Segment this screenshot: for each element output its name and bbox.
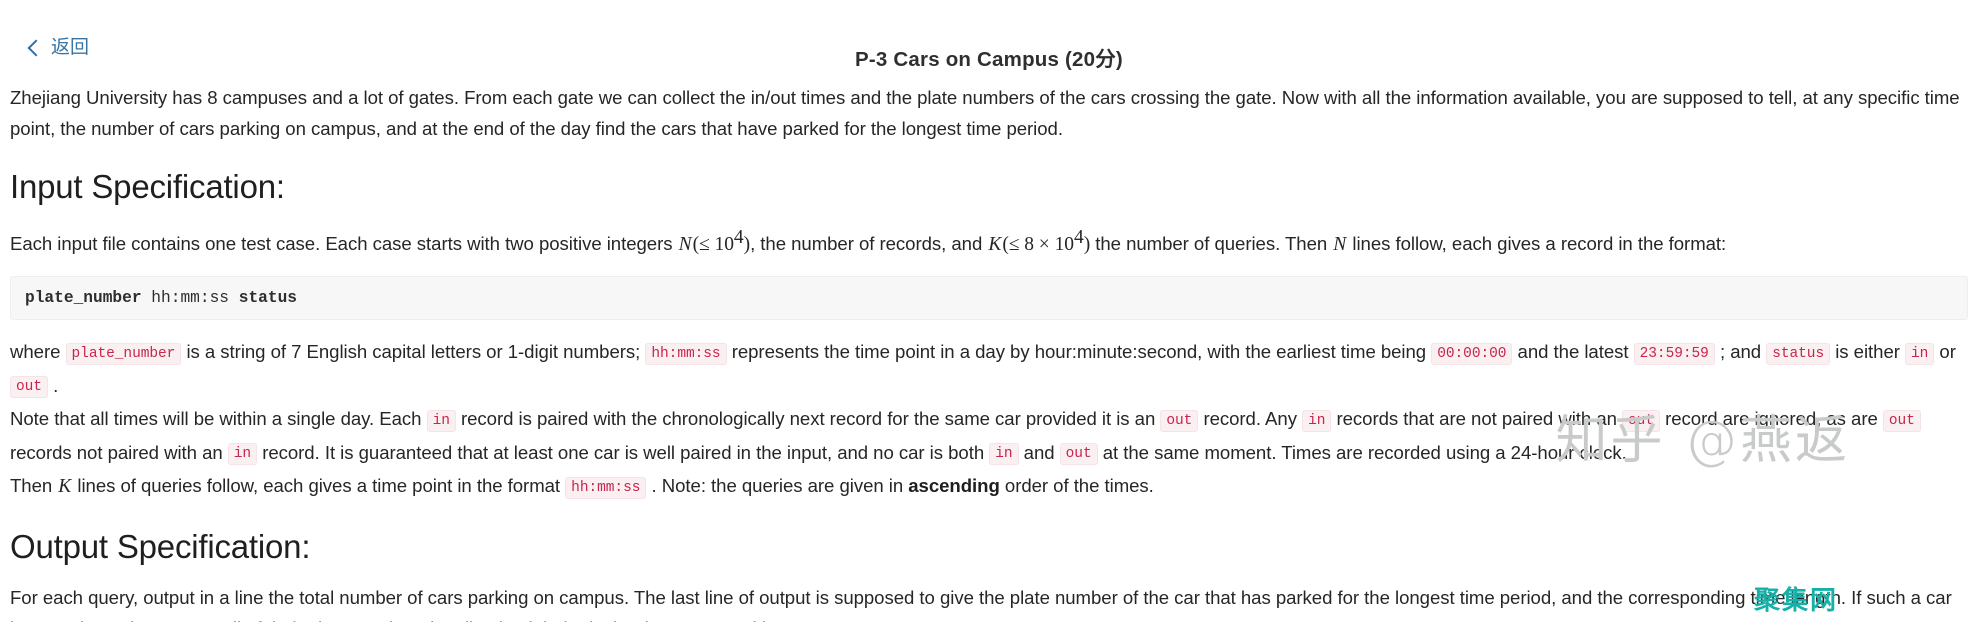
note-text-d: records that are not paired with an <box>1331 408 1623 430</box>
where-paragraph: where plate_number is a string of 7 Engl… <box>10 336 1968 403</box>
inline-code-in-5: in <box>989 443 1019 466</box>
note-text-g: record. It is guaranteed that at least o… <box>257 441 990 463</box>
math-n-bound: ≤ 10 <box>699 234 734 256</box>
inline-code-out-5: out <box>1059 443 1098 466</box>
where-text-b: is a string of 7 English capital letters… <box>181 341 646 363</box>
math-k-second: K <box>58 476 72 498</box>
inline-code-out-1: out <box>10 376 48 399</box>
page-header: 返回 P-3 Cars on Campus (20分) <box>0 0 1978 71</box>
inline-code-hhmmss-1: hh:mm:ss <box>645 342 727 365</box>
inline-code-out-2: out <box>1160 409 1199 432</box>
problem-content: Zhejiang University has 8 campuses and a… <box>0 82 1978 622</box>
where-text-d: and the latest <box>1512 341 1634 363</box>
note-text-e: record are ignored, as are <box>1660 408 1883 430</box>
inline-code-latest-time: 23:59:59 <box>1633 342 1715 365</box>
note-text-h: and <box>1018 441 1060 463</box>
where-text-g: or <box>1934 341 1956 363</box>
inline-code-earliest-time: 00:00:00 <box>1431 342 1513 365</box>
intro-paragraph: Zhejiang University has 8 campuses and a… <box>10 87 1960 139</box>
inline-code-hhmmss-2: hh:mm:ss <box>565 476 647 499</box>
output-specification-heading: Output Specification: <box>10 527 311 565</box>
input-format-text-d: lines follow, each gives a record in the… <box>1347 233 1727 255</box>
input-format-paragraph: Each input file contains one test case. … <box>10 222 1968 260</box>
inline-code-in-2: in <box>426 409 456 432</box>
inline-code-plate-number: plate_number <box>65 342 182 365</box>
page-title: P-3 Cars on Campus (20分) <box>855 48 1123 71</box>
inline-code-in-4: in <box>227 443 258 466</box>
queries-text-c: . Note: the queries are given in <box>646 475 909 497</box>
note-text-c: record. Any <box>1198 408 1303 430</box>
inline-code-out-3: out <box>1622 409 1660 432</box>
output-paragraph: For each query, output in a line the tot… <box>10 586 1952 622</box>
math-k-exponent: 4 <box>1073 227 1084 248</box>
inline-code-in-3: in <box>1302 409 1332 432</box>
code-token-status: status <box>238 289 298 308</box>
input-format-text-c: the number of queries. Then <box>1090 233 1333 255</box>
page-root: 返回 P-3 Cars on Campus (20分) Zhejiang Uni… <box>0 0 1978 622</box>
math-k: K <box>988 234 1002 256</box>
where-text-h: . <box>47 374 59 396</box>
note-text-i: at the same moment. Times are recorded u… <box>1097 441 1627 463</box>
record-format-code-block: plate_number hh:mm:ss status <box>10 276 1968 321</box>
queries-paragraph: Then K lines of queries follow, each giv… <box>10 470 1968 504</box>
where-text-c: represents the time point in a day by ho… <box>726 341 1432 363</box>
inline-code-in-1: in <box>1905 342 1935 365</box>
note-text-b: record is paired with the chronologicall… <box>455 408 1161 430</box>
math-n-exponent: 4 <box>733 227 744 248</box>
where-text-a: where <box>10 341 66 363</box>
where-text-f: is either <box>1830 341 1905 363</box>
queries-text-d: order of the times. <box>999 475 1154 497</box>
math-k-bound: ≤ 8 × 10 <box>1008 234 1074 256</box>
input-specification-heading: Input Specification: <box>10 168 285 205</box>
note-paragraph: Note that all times will be within a sin… <box>10 403 1968 470</box>
note-text-f: records not paired with an <box>10 441 228 463</box>
math-n-second: N <box>1333 234 1347 256</box>
queries-text-a: Then <box>10 475 58 497</box>
input-format-text-a: Each input file contains one test case. … <box>10 233 678 255</box>
queries-text-b: lines of queries follow, each gives a ti… <box>72 475 566 497</box>
note-text-a: Note that all times will be within a sin… <box>10 408 427 430</box>
math-n: N <box>678 234 692 256</box>
inline-code-status: status <box>1766 342 1831 365</box>
input-format-text-b: , the number of records, and <box>750 233 988 255</box>
scrollbar[interactable] <box>1974 70 1978 190</box>
code-token-plate-number: plate_number <box>25 289 142 308</box>
where-text-e: ; and <box>1714 341 1767 363</box>
queries-ascending-emphasis: ascending <box>908 475 1000 497</box>
inline-code-out-4: out <box>1882 409 1921 432</box>
code-token-time: hh:mm:ss <box>151 289 230 308</box>
